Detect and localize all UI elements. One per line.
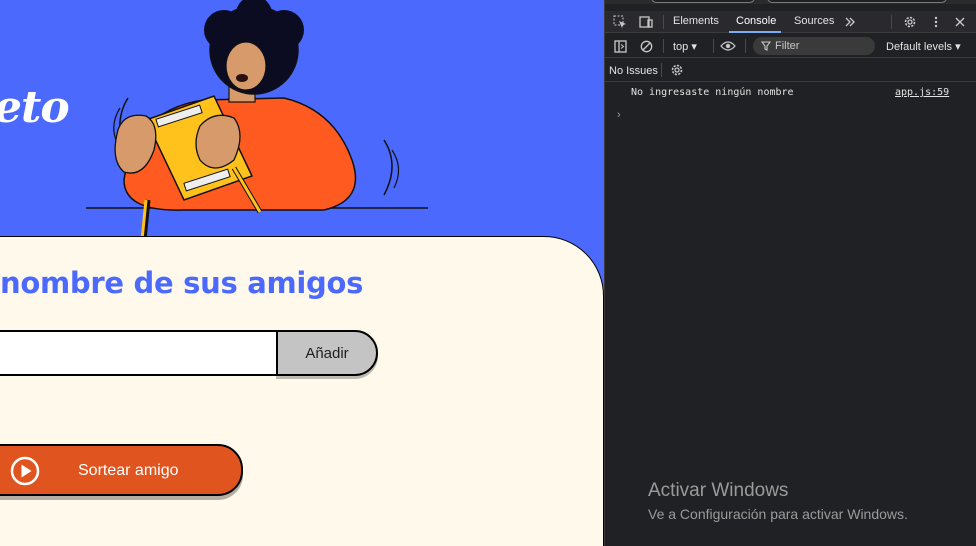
draw-friend-button[interactable]: Sortear amigo bbox=[0, 444, 243, 496]
tab-elements[interactable]: Elements bbox=[673, 15, 719, 27]
browser-field bbox=[651, 0, 755, 3]
add-button[interactable]: Añadir bbox=[276, 330, 378, 376]
hero-title: eto bbox=[0, 82, 70, 133]
kebab-menu-icon[interactable] bbox=[927, 13, 945, 31]
console-message: No ingresaste ningún nombre bbox=[631, 87, 794, 98]
divider bbox=[663, 39, 664, 53]
divider bbox=[713, 39, 714, 53]
log-levels-dropdown[interactable]: Default levels ▾ bbox=[886, 40, 961, 53]
tab-console[interactable]: Console bbox=[736, 15, 776, 27]
dropdown-arrow-icon: ▾ bbox=[955, 41, 961, 53]
inspect-icon[interactable] bbox=[611, 13, 629, 31]
windows-activation-watermark: Activar Windows Ve a Configuración para … bbox=[648, 480, 908, 522]
watermark-subtitle: Ve a Configuración para activar Windows. bbox=[648, 506, 908, 522]
person-with-box-illustration bbox=[86, 0, 428, 240]
close-icon[interactable] bbox=[951, 13, 969, 31]
watermark-title: Activar Windows bbox=[648, 480, 789, 501]
dropdown-arrow-icon: ▾ bbox=[691, 41, 697, 53]
browser-field bbox=[767, 0, 947, 3]
console-message-source-link[interactable]: app.js:59 bbox=[895, 87, 949, 98]
issues-label[interactable]: No Issues bbox=[609, 65, 658, 77]
filter-input[interactable]: Filter bbox=[753, 37, 875, 55]
log-levels-label: Default levels bbox=[886, 41, 953, 53]
console-settings-icon[interactable] bbox=[668, 61, 686, 79]
issues-bar: No Issues bbox=[605, 58, 976, 82]
divider bbox=[663, 15, 664, 29]
devtools-panel: Elements Console Sources top ▾ Filter De… bbox=[604, 0, 976, 546]
clear-console-icon[interactable] bbox=[637, 37, 655, 55]
web-page: eto nombre de sus amigos Añadir Sortear … bbox=[0, 0, 604, 546]
context-selector[interactable]: top ▾ bbox=[673, 40, 697, 53]
filter-placeholder: Filter bbox=[775, 40, 800, 52]
divider bbox=[661, 63, 662, 77]
settings-icon[interactable] bbox=[901, 13, 919, 31]
browser-top-strip bbox=[605, 0, 976, 4]
more-tabs-icon[interactable] bbox=[841, 13, 859, 31]
play-icon bbox=[10, 456, 40, 486]
chevron-right-icon[interactable]: › bbox=[617, 109, 621, 121]
divider bbox=[745, 39, 746, 53]
friend-name-input[interactable] bbox=[0, 330, 278, 376]
device-toggle-icon[interactable] bbox=[637, 13, 655, 31]
context-label: top bbox=[673, 41, 689, 53]
card-title: nombre de sus amigos bbox=[0, 266, 364, 300]
active-tab-indicator bbox=[729, 31, 781, 33]
eye-icon[interactable] bbox=[719, 37, 737, 55]
filter-icon bbox=[761, 41, 771, 51]
devtools-tabbar: Elements Console Sources bbox=[605, 11, 976, 33]
divider bbox=[891, 15, 892, 29]
draw-button-label: Sortear amigo bbox=[78, 462, 179, 479]
sidebar-icon[interactable] bbox=[611, 37, 629, 55]
console-toolbar: top ▾ Filter Default levels ▾ bbox=[605, 34, 976, 58]
tab-sources[interactable]: Sources bbox=[794, 15, 834, 27]
